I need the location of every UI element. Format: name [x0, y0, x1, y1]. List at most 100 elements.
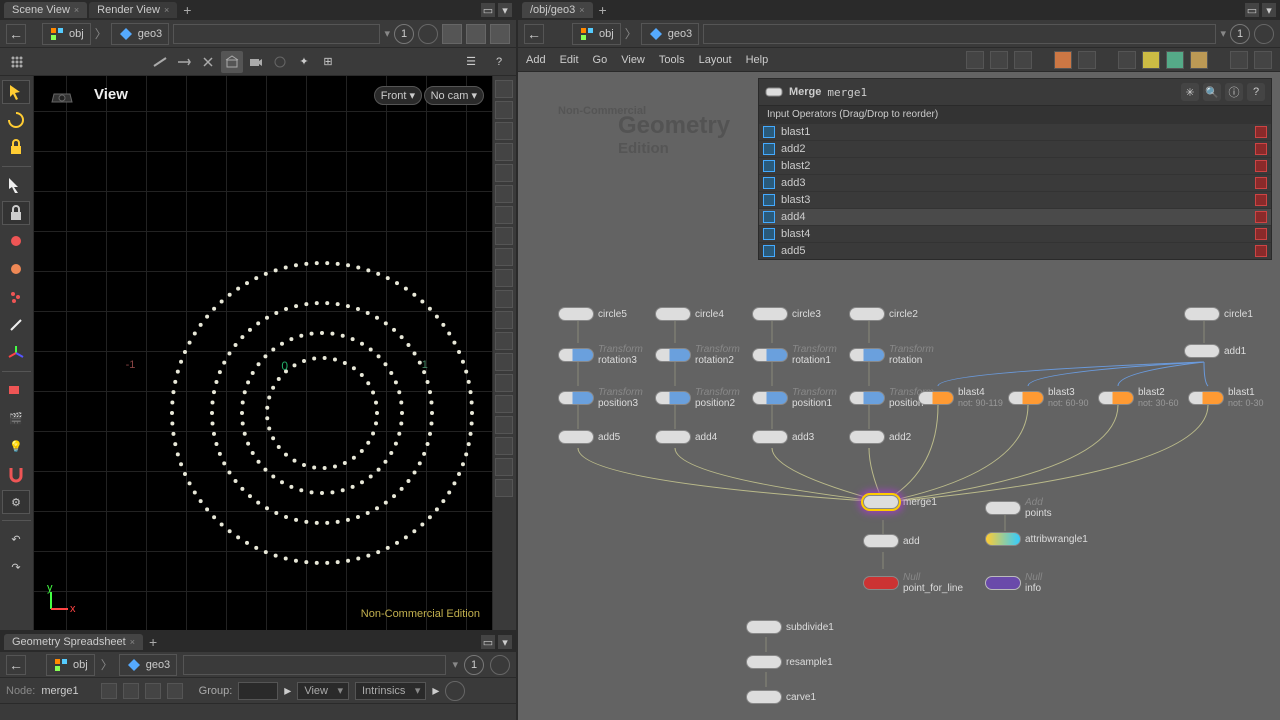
note-icon[interactable] [1142, 51, 1160, 69]
node-position[interactable] [849, 391, 885, 405]
menu-icon[interactable]: ▾ [1262, 3, 1276, 17]
rt18[interactable] [495, 437, 513, 455]
rt9[interactable] [495, 248, 513, 266]
settings-icon[interactable]: ☰ [460, 51, 482, 73]
link-icon[interactable] [763, 177, 775, 189]
rt11[interactable] [495, 290, 513, 308]
node-circle4[interactable] [655, 307, 691, 321]
dd-icon[interactable]: ▾ [384, 27, 390, 40]
param-row-add4[interactable]: add4 [759, 208, 1271, 225]
viewport-view-dropdown[interactable]: Front▾ [374, 86, 422, 105]
rt17[interactable] [495, 416, 513, 434]
ss-prim-icon[interactable] [123, 683, 139, 699]
back-button[interactable]: ← [6, 655, 26, 675]
sphere-tool[interactable] [2, 257, 30, 281]
param-row-add2[interactable]: add2 [759, 140, 1271, 157]
path-dropdown[interactable] [173, 24, 380, 44]
render-tool[interactable]: 🎬 [2, 406, 30, 430]
link-icon[interactable] [763, 245, 775, 257]
rt1[interactable] [495, 80, 513, 98]
ss-vtx-icon[interactable] [145, 683, 161, 699]
redo-tool[interactable]: ↷ [2, 555, 30, 579]
delete-icon[interactable] [1255, 177, 1267, 189]
record-icon[interactable] [1254, 24, 1274, 44]
node-merge1[interactable] [863, 495, 899, 509]
add-tab-icon[interactable]: + [179, 2, 195, 18]
node-circle2[interactable] [849, 307, 885, 321]
close-icon[interactable]: × [130, 637, 135, 647]
node-blast2[interactable] [1098, 391, 1134, 405]
delete-icon[interactable] [1255, 126, 1267, 138]
palette-icon[interactable] [1054, 51, 1072, 69]
magnet-tool[interactable] [2, 462, 30, 486]
bone-tool[interactable] [2, 313, 30, 337]
close-icon[interactable]: × [74, 5, 79, 15]
node-add1[interactable] [1184, 344, 1220, 358]
vp-camera-icon[interactable] [50, 86, 74, 113]
help-icon[interactable]: ? [488, 51, 510, 73]
boxes-icon[interactable] [466, 24, 486, 44]
menu-icon[interactable]: ▾ [498, 3, 512, 17]
node-position3[interactable] [558, 391, 594, 405]
rt16[interactable] [495, 395, 513, 413]
rt10[interactable] [495, 269, 513, 287]
box2-icon[interactable] [490, 24, 510, 44]
pan-icon[interactable] [173, 51, 195, 73]
chevron-icon[interactable]: ▸ [284, 682, 291, 699]
node-resample1[interactable] [746, 655, 782, 669]
rt15[interactable] [495, 374, 513, 392]
help-icon[interactable]: ? [1247, 83, 1265, 101]
tab-obj-geo3[interactable]: /obj/geo3× [522, 2, 593, 18]
rt14[interactable] [495, 353, 513, 371]
axes-tool[interactable] [2, 341, 30, 365]
param-row-blast4[interactable]: blast4 [759, 225, 1271, 242]
link-icon[interactable] [763, 228, 775, 240]
info-icon[interactable]: ⓘ [1225, 83, 1243, 101]
grid-icon[interactable] [6, 51, 28, 73]
take[interactable]: 1 [1230, 24, 1250, 44]
node-blast3[interactable] [1008, 391, 1044, 405]
tab-render-view[interactable]: Render View× [89, 2, 177, 18]
lock-tool[interactable] [2, 201, 30, 225]
path-obj[interactable]: obj [572, 23, 621, 45]
path-dd[interactable] [703, 24, 1216, 44]
rt12[interactable] [495, 311, 513, 329]
link-icon[interactable] [763, 126, 775, 138]
list-icon[interactable] [990, 51, 1008, 69]
search-icon[interactable] [1230, 51, 1248, 69]
record-icon[interactable] [418, 24, 438, 44]
node-rotation3[interactable] [558, 348, 594, 362]
undo-tool[interactable]: ↶ [2, 527, 30, 551]
node-points[interactable] [985, 501, 1021, 515]
rt3[interactable] [495, 122, 513, 140]
close-icon[interactable]: × [579, 5, 584, 15]
zoom-icon[interactable] [197, 51, 219, 73]
gear-tool[interactable]: ⚙ [2, 490, 30, 514]
ss-pt-icon[interactable] [101, 683, 117, 699]
delete-icon[interactable] [1255, 228, 1267, 240]
node-point-for-line[interactable] [863, 576, 899, 590]
chevron-icon[interactable]: ▸ [432, 682, 439, 699]
menu-add[interactable]: Add [526, 54, 546, 66]
rt5[interactable] [495, 164, 513, 182]
menu-icon[interactable]: ▾ [498, 635, 512, 649]
add-tab-icon[interactable]: + [595, 2, 611, 18]
circ-icon[interactable] [269, 51, 291, 73]
node-blast1[interactable] [1188, 391, 1224, 405]
delete-icon[interactable] [1255, 211, 1267, 223]
node-add2[interactable] [849, 430, 885, 444]
link-icon[interactable] [763, 211, 775, 223]
perf-icon[interactable] [1118, 51, 1136, 69]
node-rotation1[interactable] [752, 348, 788, 362]
ss-record-icon[interactable] [490, 655, 510, 675]
add-tab-icon[interactable]: + [145, 634, 161, 650]
ss-view-dd[interactable]: View [297, 682, 349, 700]
target-icon[interactable] [1254, 51, 1272, 69]
rt4[interactable] [495, 143, 513, 161]
node-position1[interactable] [752, 391, 788, 405]
rt7[interactable] [495, 206, 513, 224]
link-icon[interactable] [763, 194, 775, 206]
rt13[interactable] [495, 332, 513, 350]
ss-group-input[interactable] [238, 682, 278, 700]
tree-icon[interactable] [1014, 51, 1032, 69]
